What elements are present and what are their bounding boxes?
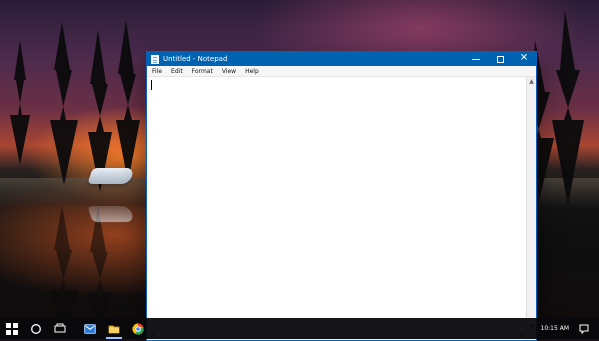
windows-icon: [6, 322, 18, 335]
taskbar-right: 10:15 AM: [529, 318, 599, 339]
notepad-window: Untitled - Notepad ✕ File Edit Format Vi…: [146, 51, 537, 341]
file-explorer-button[interactable]: [102, 318, 126, 339]
text-caret: [151, 80, 152, 90]
minimize-icon: [472, 58, 480, 60]
menu-format[interactable]: Format: [191, 68, 214, 75]
window-controls: ✕: [464, 52, 536, 66]
mail-icon: [84, 323, 96, 334]
boat: [87, 168, 135, 184]
minimize-button[interactable]: [464, 52, 488, 66]
search-button[interactable]: [24, 318, 48, 339]
window-titlebar[interactable]: Untitled - Notepad ✕: [147, 52, 536, 66]
window-title: Untitled - Notepad: [163, 55, 228, 63]
action-center-button[interactable]: [575, 318, 593, 339]
menu-help[interactable]: Help: [244, 68, 260, 75]
window-title-area[interactable]: Untitled - Notepad: [147, 54, 464, 64]
taskbar-clock[interactable]: 10:15 AM: [529, 325, 569, 332]
task-view-icon: [54, 323, 66, 332]
notepad-icon: [151, 54, 159, 64]
search-icon: [31, 323, 41, 334]
clock-time: 10:15 AM: [540, 325, 569, 332]
boat-reflection: [87, 206, 135, 222]
maximize-button[interactable]: [488, 52, 512, 66]
start-button[interactable]: [0, 318, 24, 339]
task-view-button[interactable]: [48, 318, 72, 339]
menu-bar: File Edit Format View Help: [147, 66, 536, 77]
scroll-up-arrow-icon[interactable]: ▲: [527, 77, 536, 86]
editor-area: ▲ ▼ ◀ ▶: [147, 77, 536, 340]
taskbar: 10:15 AM: [0, 318, 599, 339]
menu-file[interactable]: File: [151, 68, 163, 75]
menu-edit[interactable]: Edit: [170, 68, 184, 75]
notification-icon: [579, 324, 589, 334]
vertical-scrollbar[interactable]: ▲ ▼: [526, 77, 536, 331]
text-editor[interactable]: [147, 77, 527, 331]
close-button[interactable]: ✕: [512, 52, 536, 66]
chrome-icon: [132, 322, 144, 335]
close-icon: ✕: [519, 52, 529, 64]
folder-icon: [108, 325, 120, 333]
menu-view[interactable]: View: [221, 68, 237, 75]
mail-button[interactable]: [78, 318, 102, 339]
taskbar-left: [0, 318, 150, 339]
maximize-icon: [496, 55, 504, 63]
chrome-button[interactable]: [126, 318, 150, 339]
